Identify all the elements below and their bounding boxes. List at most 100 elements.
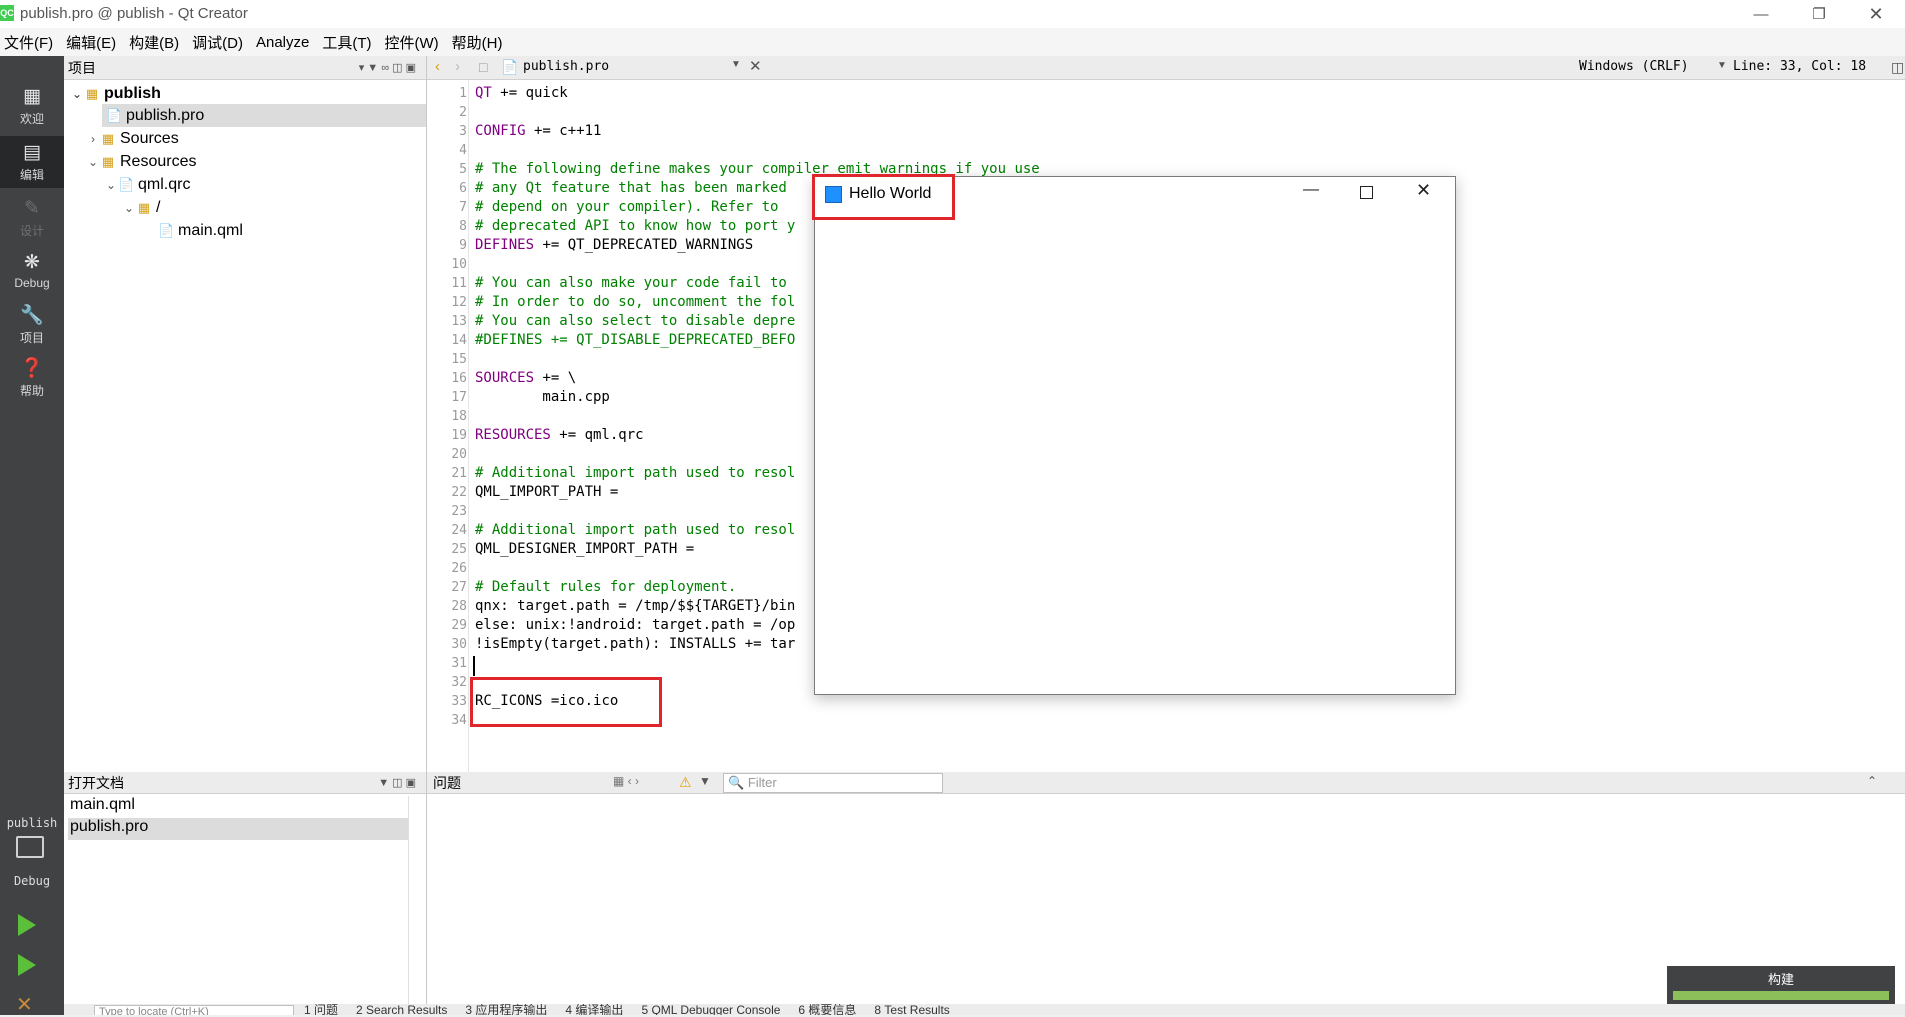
code-line[interactable]: # Additional import path used to resol — [475, 464, 795, 483]
chevron-right-icon[interactable]: › — [86, 132, 100, 146]
collapse-up-icon[interactable]: ⌃ — [1867, 774, 1877, 788]
code-line[interactable]: # depend on your compiler). Refer to — [475, 198, 778, 217]
menu-build[interactable]: 构建(B) — [125, 32, 183, 53]
output-tab[interactable]: 8 Test Results — [874, 1004, 949, 1015]
line-ending-chevron-icon[interactable]: ▼ — [1717, 60, 1727, 71]
hello-minimize-button[interactable]: — — [1303, 181, 1319, 199]
line-number: 32 — [451, 675, 467, 690]
tree-folder-resources[interactable]: ⌄ ▦ Resources — [86, 150, 197, 173]
funnel-icon[interactable]: ▼ — [699, 774, 711, 788]
panel-toolbar-icons[interactable]: ▼ ◫ ▣ — [378, 776, 416, 789]
chevron-down-icon[interactable]: ⌄ — [86, 155, 100, 169]
chevron-down-icon[interactable]: ⌄ — [70, 87, 84, 101]
build-hammer-icon[interactable]: ✕ — [16, 992, 33, 1017]
tree-project-publish[interactable]: ⌄ ▦ publish — [70, 82, 161, 105]
output-pane-tabs: 1 问题 2 Search Results 3 应用程序输出 4 编译输出 5 QML … — [304, 1004, 968, 1015]
code-line[interactable]: SOURCES += \ — [475, 369, 576, 388]
panel-toolbar-icons[interactable]: ▾ ▼ ∞ ◫ ▣ — [359, 61, 416, 74]
close-button[interactable]: ✕ — [1847, 0, 1905, 28]
code-line[interactable]: # deprecated API to know how to port y — [475, 217, 795, 236]
line-number: 12 — [451, 295, 467, 310]
code-line[interactable]: # Additional import path used to resol — [475, 521, 795, 540]
code-line[interactable]: # You can also select to disable depre — [475, 312, 795, 331]
folder-icon: ▦ — [137, 199, 151, 215]
close-document-icon[interactable]: ✕ — [749, 57, 762, 75]
code-line[interactable]: #DEFINES += QT_DISABLE_DEPRECATED_BEFO — [475, 331, 795, 350]
debug-run-icon[interactable] — [18, 954, 36, 976]
line-number-gutter: 1 2 3 4 5 6 7 8 9 10 11 12 13 14 15 16 17 18 19 20 21 22 23 24 2… — [427, 80, 469, 772]
code-line[interactable]: DEFINES += QT_DEPRECATED_WARNINGS — [475, 236, 753, 255]
menu-tools[interactable]: 工具(T) — [318, 32, 375, 53]
output-tab[interactable]: 1 问题 — [304, 1004, 338, 1015]
mode-projects[interactable]: 🔧 项目 — [0, 299, 64, 351]
editor-file-selector[interactable]: publish.pro — [523, 59, 609, 74]
tree-file-main-qml[interactable]: 📄 main.qml — [158, 219, 243, 242]
code-line[interactable]: QT += quick — [475, 84, 568, 103]
highlight-rc-icons — [470, 677, 662, 727]
monitor-icon[interactable] — [16, 836, 44, 858]
code-line[interactable]: QML_DESIGNER_IMPORT_PATH = — [475, 540, 694, 559]
project-panel: 项目 ▾ ▼ ∞ ◫ ▣ ⌄ ▦ publish 📄 publish.pro ›… — [64, 56, 427, 772]
code-line[interactable]: QML_IMPORT_PATH = — [475, 483, 618, 502]
menu-edit[interactable]: 编辑(E) — [62, 32, 120, 53]
chevron-down-icon[interactable]: ⌄ — [104, 178, 118, 192]
restore-button[interactable]: ❐ — [1790, 0, 1848, 28]
tree-file-publish-pro[interactable]: 📄 publish.pro — [102, 104, 426, 127]
code-line[interactable]: # any Qt feature that has been marked — [475, 179, 787, 198]
mode-design[interactable]: ✎ 设计 — [0, 192, 64, 244]
code-line[interactable]: # Default rules for deployment. — [475, 578, 736, 597]
code-line[interactable]: main.cpp — [475, 388, 609, 407]
tree-folder-sources[interactable]: › ▦ Sources — [86, 127, 179, 150]
build-progress-bar — [1673, 991, 1889, 1000]
open-doc-publish-pro[interactable]: publish.pro — [68, 818, 408, 840]
warning-icon[interactable]: ⚠ — [679, 774, 692, 791]
forward-arrow-icon[interactable]: › — [455, 58, 460, 75]
code-line[interactable]: # In order to do so, uncomment the fol — [475, 293, 795, 312]
issues-filter-input[interactable]: 🔍 Filter — [723, 773, 943, 793]
line-ending-selector[interactable]: Windows (CRLF) — [1579, 59, 1689, 74]
mode-debug[interactable]: ❋ Debug — [0, 246, 64, 298]
menu-widgets[interactable]: 控件(W) — [381, 32, 443, 53]
menu-analyze[interactable]: Analyze — [252, 34, 313, 51]
tree-folder-root[interactable]: ⌄ ▦ / — [122, 196, 160, 219]
output-tab[interactable]: 5 QML Debugger Console — [641, 1004, 780, 1015]
code-line[interactable]: CONFIG += c++11 — [475, 122, 601, 141]
code-line[interactable]: # You can also make your code fail to — [475, 274, 787, 293]
line-number: 9 — [459, 238, 467, 253]
issues-panel: 问题 ▦ ‹ › ⚠ ▼ 🔍 Filter ⌃ 构建 — [427, 772, 1905, 1015]
code-line[interactable]: qnx: target.path = /tmp/$${TARGET}/bin — [475, 597, 795, 616]
line-number: 6 — [459, 181, 467, 196]
menu-debug[interactable]: 调试(D) — [188, 32, 247, 53]
issues-header: 问题 ▦ ‹ › ⚠ ▼ 🔍 Filter ⌃ — [427, 772, 1905, 794]
cursor-position[interactable]: Line: 33, Col: 18 — [1733, 59, 1866, 74]
split-icon[interactable]: ◫ — [1891, 59, 1904, 76]
hello-world-window[interactable]: Hello World — ✕ — [812, 174, 1456, 695]
back-arrow-icon[interactable]: ‹ — [435, 58, 440, 75]
hello-close-button[interactable]: ✕ — [1416, 180, 1431, 201]
line-number: 25 — [451, 542, 467, 557]
hello-maximize-button[interactable] — [1360, 186, 1373, 199]
filter-toolbar-icons[interactable]: ▦ ‹ › — [613, 774, 639, 788]
open-docs-scrollbar[interactable] — [408, 796, 424, 1008]
minimize-button[interactable]: — — [1732, 0, 1790, 28]
mode-edit[interactable]: ▤ 编辑 — [0, 136, 64, 188]
code-line[interactable]: else: unix:!android: target.path = /op — [475, 616, 795, 635]
menu-file[interactable]: 文件(F) — [0, 32, 57, 53]
open-doc-main-qml[interactable]: main.qml — [68, 796, 408, 818]
locator-input[interactable]: Type to locate (Ctrl+K) — [94, 1005, 294, 1015]
chevron-down-icon[interactable]: ⌄ — [122, 201, 136, 215]
output-tab[interactable]: 4 编译输出 — [565, 1004, 623, 1015]
menu-help[interactable]: 帮助(H) — [448, 32, 507, 53]
mode-welcome[interactable]: ▦ 欢迎 — [0, 80, 64, 132]
code-line[interactable]: RESOURCES += qml.qrc — [475, 426, 644, 445]
output-tab[interactable]: 2 Search Results — [356, 1004, 447, 1015]
file-dropdown-chevron-icon[interactable]: ▼ — [731, 59, 741, 70]
code-line[interactable]: !isEmpty(target.path): INSTALLS += tar — [475, 635, 795, 654]
run-icon[interactable] — [18, 914, 36, 936]
tree-file-qml-qrc[interactable]: ⌄ 📄 qml.qrc — [104, 173, 190, 196]
line-number: 33 — [451, 694, 467, 709]
bug-icon: ❋ — [24, 252, 40, 273]
output-tab[interactable]: 3 应用程序输出 — [465, 1004, 547, 1015]
mode-help[interactable]: ❓ 帮助 — [0, 352, 64, 404]
output-tab[interactable]: 6 概要信息 — [798, 1004, 856, 1015]
